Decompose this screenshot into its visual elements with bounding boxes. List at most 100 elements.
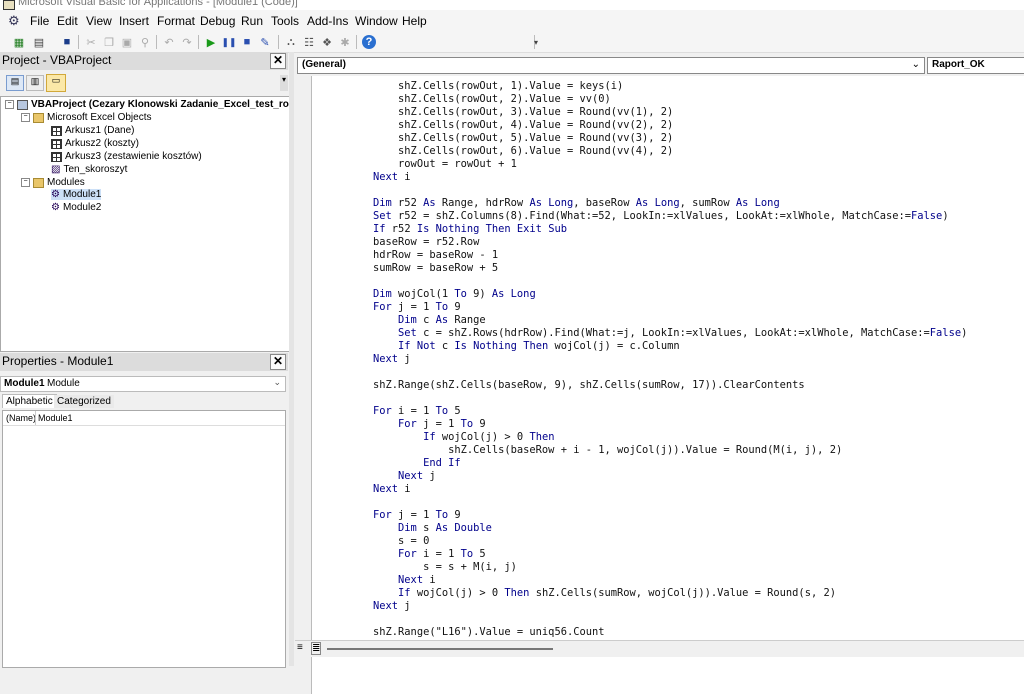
code-line[interactable]: Next i bbox=[348, 171, 411, 183]
menu-format[interactable]: Format bbox=[157, 14, 195, 28]
menu-view[interactable]: View bbox=[86, 14, 112, 28]
code-text: s = s + M(i, j) bbox=[348, 561, 517, 573]
full-module-view-icon[interactable]: ≣ bbox=[311, 642, 322, 655]
code-line[interactable]: baseRow = r52.Row bbox=[348, 236, 479, 248]
toolbar-spacer bbox=[384, 35, 535, 49]
code-line[interactable]: shZ.Cells(baseRow + i - 1, wojCol(j)).Va… bbox=[348, 444, 842, 456]
menu-help[interactable]: Help bbox=[402, 14, 427, 28]
collapse-icon[interactable]: − bbox=[5, 100, 14, 109]
undo-icon[interactable]: ↶ bbox=[162, 35, 176, 49]
margin-indicator-bar[interactable] bbox=[295, 76, 311, 666]
code-line[interactable]: s = s + M(i, j) bbox=[348, 561, 517, 573]
code-line[interactable]: sumRow = baseRow + 5 bbox=[348, 262, 498, 274]
redo-icon[interactable]: ↷ bbox=[180, 35, 194, 49]
tree-node-sheet[interactable]: Arkusz1 (Dane) bbox=[51, 125, 134, 136]
insert-module-icon[interactable]: ▤ bbox=[32, 35, 46, 49]
code-editor[interactable]: shZ.Cells(rowOut, 1).Value = keys(i) shZ… bbox=[311, 76, 1024, 694]
collapse-icon[interactable]: − bbox=[21, 178, 30, 187]
vba-menu-icon[interactable]: ⚙ bbox=[8, 13, 20, 29]
paste-icon[interactable]: ▣ bbox=[120, 35, 134, 49]
view-code-icon[interactable]: ▤ bbox=[6, 75, 24, 91]
properties-window-icon[interactable]: ☷ bbox=[302, 35, 316, 49]
code-line[interactable]: Dim wojCol(1 To 9) As Long bbox=[348, 288, 536, 300]
menu-add-ins[interactable]: Add-Ins bbox=[307, 14, 348, 28]
run-icon[interactable]: ▶ bbox=[204, 35, 218, 49]
property-row[interactable]: (Name) Module1 bbox=[3, 411, 285, 426]
procedure-view-icon[interactable]: ≡ bbox=[297, 642, 303, 653]
code-line[interactable]: If wojCol(j) > 0 Then bbox=[348, 431, 554, 443]
tree-node-project[interactable]: − VBAProject (Cezary Klonowski Zadanie_E… bbox=[5, 99, 289, 110]
tab-alphabetic[interactable]: Alphabetic bbox=[2, 394, 57, 408]
tree-node-sheet[interactable]: Arkusz2 (koszty) bbox=[51, 138, 139, 149]
code-line[interactable]: Set c = shZ.Rows(hdrRow).Find(What:=j, L… bbox=[348, 327, 967, 339]
code-line[interactable]: If Not c Is Nothing Then wojCol(j) = c.C… bbox=[348, 340, 680, 352]
code-line[interactable]: For j = 1 To 9 bbox=[348, 509, 461, 521]
collapse-icon[interactable]: − bbox=[21, 113, 30, 122]
copy-icon[interactable]: ❐ bbox=[102, 35, 116, 49]
object-combo[interactable]: (General) ⌄ bbox=[297, 57, 925, 74]
code-line[interactable]: Next j bbox=[348, 470, 436, 482]
menu-run[interactable]: Run bbox=[241, 14, 263, 28]
menu-insert[interactable]: Insert bbox=[119, 14, 149, 28]
project-panel-close-button[interactable]: ✕ bbox=[270, 53, 286, 69]
menu-tools[interactable]: Tools bbox=[271, 14, 299, 28]
find-icon[interactable]: ⚲ bbox=[138, 35, 152, 49]
code-line[interactable]: For j = 1 To 9 bbox=[348, 418, 486, 430]
reset-icon[interactable]: ■ bbox=[240, 35, 254, 49]
code-line[interactable]: If r52 Is Nothing Then Exit Sub bbox=[348, 223, 567, 235]
code-line[interactable]: Dim r52 As Range, hdrRow As Long, baseRo… bbox=[348, 197, 780, 209]
tree-node-module[interactable]: ⚙ Module1 bbox=[51, 189, 102, 200]
code-line[interactable]: shZ.Cells(rowOut, 4).Value = Round(vv(2)… bbox=[348, 119, 673, 131]
toolbar-overflow-icon[interactable]: ▾ bbox=[534, 38, 538, 47]
code-line[interactable]: Next i bbox=[348, 483, 411, 495]
code-line[interactable]: Next j bbox=[348, 353, 411, 365]
view-object-icon[interactable]: ▥ bbox=[26, 75, 44, 91]
cut-icon[interactable]: ✂ bbox=[84, 35, 98, 49]
code-line[interactable]: shZ.Cells(rowOut, 6).Value = Round(vv(4)… bbox=[348, 145, 673, 157]
code-line[interactable]: For i = 1 To 5 bbox=[348, 405, 461, 417]
code-line[interactable]: Next i bbox=[348, 574, 436, 586]
break-icon[interactable]: ❚❚ bbox=[221, 35, 236, 49]
tree-node-workbook[interactable]: ▨ Ten_skoroszyt bbox=[51, 164, 127, 175]
code-line[interactable]: shZ.Cells(rowOut, 5).Value = Round(vv(3)… bbox=[348, 132, 673, 144]
code-line[interactable]: For i = 1 To 5 bbox=[348, 548, 486, 560]
code-line[interactable]: shZ.Cells(rowOut, 1).Value = keys(i) bbox=[348, 80, 623, 92]
code-line[interactable]: For j = 1 To 9 bbox=[348, 301, 461, 313]
save-icon[interactable]: ■ bbox=[60, 35, 74, 49]
code-line[interactable]: shZ.Cells(rowOut, 2).Value = vv(0) bbox=[348, 93, 611, 105]
toggle-folders-icon[interactable]: ▭ bbox=[46, 74, 66, 92]
help-icon[interactable]: ? bbox=[362, 35, 376, 49]
excel-view-icon[interactable]: ▦ bbox=[12, 35, 26, 49]
code-line[interactable]: Next j bbox=[348, 600, 411, 612]
code-line[interactable]: If wojCol(j) > 0 Then shZ.Cells(sumRow, … bbox=[348, 587, 836, 599]
code-line[interactable]: hdrRow = baseRow - 1 bbox=[348, 249, 498, 261]
panel-splitter[interactable] bbox=[289, 52, 294, 666]
code-line[interactable]: shZ.Range("L16").Value = uniq56.Count bbox=[348, 626, 604, 638]
code-line[interactable]: Dim s As Double bbox=[348, 522, 492, 534]
code-line[interactable]: shZ.Range(shZ.Cells(baseRow, 9), shZ.Cel… bbox=[348, 379, 805, 391]
code-line[interactable]: s = 0 bbox=[348, 535, 429, 547]
tree-node-module[interactable]: ⚙ Module2 bbox=[51, 202, 101, 213]
code-line[interactable]: Set r52 = shZ.Columns(8).Find(What:=52, … bbox=[348, 210, 949, 222]
menu-debug[interactable]: Debug bbox=[200, 14, 235, 28]
code-line[interactable]: shZ.Cells(rowOut, 3).Value = Round(vv(1)… bbox=[348, 106, 673, 118]
code-line[interactable]: rowOut = rowOut + 1 bbox=[348, 158, 517, 170]
tree-node-sheet[interactable]: Arkusz3 (zestawienie kosztów) bbox=[51, 151, 202, 162]
object-select[interactable]: Module1 Module ⌄ bbox=[0, 376, 286, 392]
design-mode-icon[interactable]: ✎ bbox=[258, 35, 272, 49]
project-explorer-icon[interactable]: ⛬ bbox=[284, 35, 298, 49]
menu-edit[interactable]: Edit bbox=[57, 14, 78, 28]
properties-panel-close-button[interactable]: ✕ bbox=[270, 354, 286, 370]
tree-node-modules[interactable]: − Modules bbox=[21, 177, 85, 188]
scroll-arrow-icon[interactable]: ▾ bbox=[280, 75, 288, 91]
menu-window[interactable]: Window bbox=[355, 14, 398, 28]
toolbox-icon[interactable]: ✱ bbox=[338, 35, 352, 49]
procedure-combo[interactable]: Raport_OK bbox=[927, 57, 1024, 74]
tab-categorized[interactable]: Categorized bbox=[54, 395, 114, 408]
horizontal-scrollbar[interactable] bbox=[327, 648, 553, 650]
code-line[interactable]: End If bbox=[348, 457, 461, 469]
tree-node-excel-objects[interactable]: − Microsoft Excel Objects bbox=[21, 112, 151, 123]
object-browser-icon[interactable]: ❖ bbox=[320, 35, 334, 49]
code-line[interactable]: Dim c As Range bbox=[348, 314, 486, 326]
menu-file[interactable]: File bbox=[30, 14, 49, 28]
